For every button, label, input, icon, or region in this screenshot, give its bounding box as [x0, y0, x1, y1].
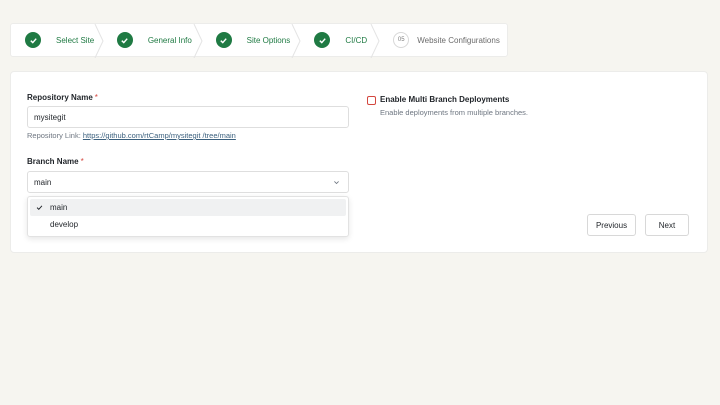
option-label: main — [50, 203, 68, 212]
multi-branch-description: Enable deployments from multiple branche… — [380, 108, 528, 117]
repository-link-prefix: Repository Link: — [27, 131, 81, 140]
required-mark: * — [94, 93, 98, 102]
branch-name-label-text: Branch Name — [27, 157, 79, 166]
branch-name-select[interactable]: main — [27, 171, 349, 193]
repository-link-hint: Repository Link: https://github.com/rtCa… — [27, 131, 236, 140]
branch-option-main[interactable]: main — [30, 199, 346, 216]
check-icon — [36, 205, 43, 210]
repository-name-label: Repository Name * — [27, 93, 98, 102]
branch-name-value: main — [34, 177, 52, 187]
repository-name-value: mysitegit — [34, 112, 66, 122]
branch-dropdown-menu: main develop — [27, 196, 349, 237]
chevron-down-icon — [334, 181, 339, 185]
required-mark: * — [80, 157, 84, 166]
step-label: General Info — [147, 35, 192, 45]
step-site-options[interactable]: Site Options — [202, 24, 301, 58]
previous-button[interactable]: Previous — [587, 214, 636, 236]
step-label: Website Configurations — [417, 35, 500, 45]
repository-name-input[interactable]: mysitegit — [27, 106, 349, 128]
step-number: 05 — [393, 32, 410, 48]
repository-name-label-text: Repository Name — [27, 93, 93, 102]
branch-name-label: Branch Name * — [27, 157, 84, 166]
next-button[interactable]: Next — [645, 214, 689, 236]
check-icon — [25, 32, 41, 48]
step-label: CI/CD — [345, 35, 368, 45]
step-website-configurations[interactable]: 05 Website Configurations — [379, 24, 507, 56]
check-icon — [116, 32, 133, 48]
step-label: Select Site — [56, 35, 95, 45]
progress-stepper: Select Site General Info Site Options CI… — [10, 23, 508, 58]
check-icon — [314, 32, 331, 48]
step-label: Site Options — [246, 35, 291, 45]
step-general-info[interactable]: General Info — [103, 24, 203, 58]
check-icon — [215, 32, 232, 48]
repository-link[interactable]: https://github.com/rtCamp/mysitegit /tre… — [83, 131, 236, 140]
step-select-site[interactable]: Select Site — [11, 24, 104, 58]
multi-branch-checkbox[interactable] — [367, 96, 376, 105]
option-label: develop — [50, 220, 79, 229]
branch-option-develop[interactable]: develop — [30, 216, 346, 233]
multi-branch-label: Enable Multi Branch Deployments — [380, 95, 510, 104]
step-ci-cd[interactable]: CI/CD — [300, 24, 380, 58]
